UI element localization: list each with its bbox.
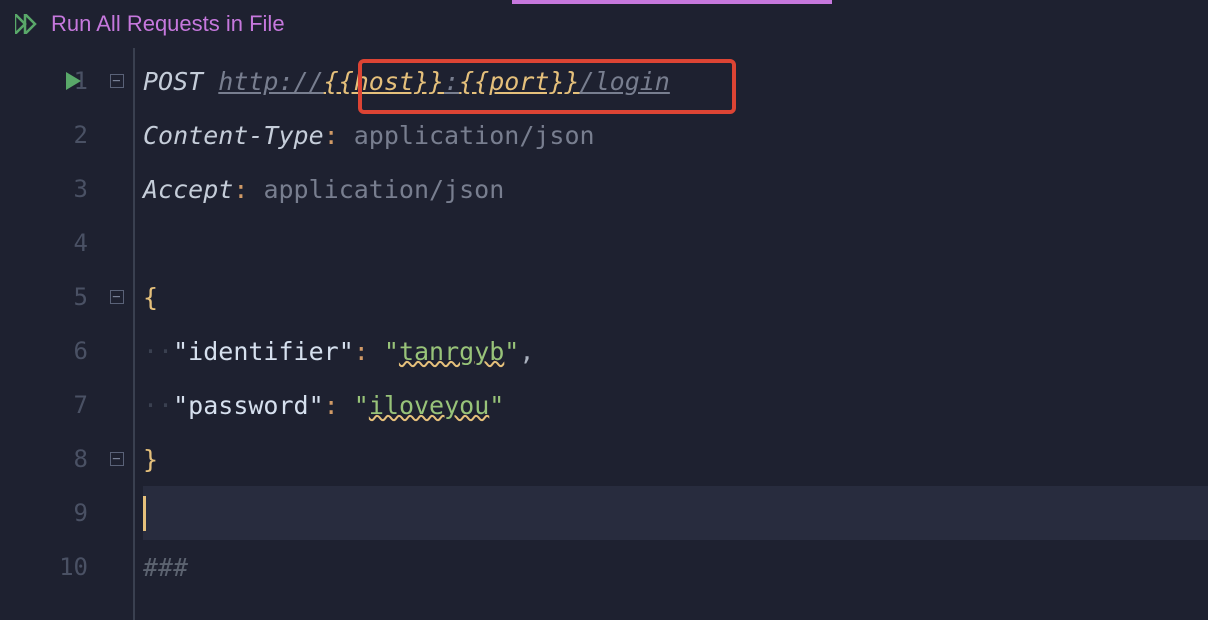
url-path: /login bbox=[580, 67, 670, 96]
code-line-separator: ### bbox=[143, 540, 1208, 594]
json-comma: , bbox=[519, 337, 534, 366]
url-variable-host: {{host}} bbox=[324, 67, 444, 96]
url-scheme: http:// bbox=[218, 67, 323, 96]
toolbar: Run All Requests in File bbox=[0, 0, 1208, 48]
editor: 1 2 3 4 5 6 7 8 9 10 − − − POST http://{… bbox=[0, 48, 1208, 620]
fold-gutter: − − − bbox=[100, 48, 135, 620]
code-line-brace: { bbox=[143, 270, 1208, 324]
tab-indicator bbox=[512, 0, 832, 4]
line-number: 2 bbox=[53, 121, 88, 149]
header-value: application/json bbox=[354, 121, 595, 150]
code-line-active bbox=[143, 486, 1208, 540]
header-name: Accept bbox=[143, 175, 233, 204]
line-number: 4 bbox=[53, 229, 88, 257]
line-gutter: 1 2 3 4 5 6 7 8 9 10 bbox=[0, 48, 100, 620]
line-number: 9 bbox=[53, 499, 88, 527]
code-line-request: POST http://{{host}}:{{port}}/login bbox=[143, 54, 1208, 108]
run-all-icon[interactable] bbox=[15, 14, 41, 34]
code-line-json: ··"password": "iloveyou" bbox=[143, 378, 1208, 432]
text-cursor bbox=[143, 496, 146, 531]
header-value: application/json bbox=[263, 175, 504, 204]
header-name: Content-Type bbox=[143, 121, 324, 150]
json-open-brace: { bbox=[143, 283, 158, 312]
code-line-blank bbox=[143, 216, 1208, 270]
line-number: 8 bbox=[53, 445, 88, 473]
json-key: password bbox=[188, 391, 308, 420]
code-area[interactable]: POST http://{{host}}:{{port}}/login Cont… bbox=[135, 48, 1208, 620]
code-line-json: ··"identifier": "tanrgyb", bbox=[143, 324, 1208, 378]
fold-toggle-icon[interactable]: − bbox=[110, 290, 124, 304]
run-request-icon[interactable] bbox=[66, 72, 82, 90]
http-method: POST bbox=[143, 67, 203, 96]
code-line-header: Content-Type: application/json bbox=[143, 108, 1208, 162]
line-number: 7 bbox=[53, 391, 88, 419]
json-value: tanrgyb bbox=[399, 337, 504, 366]
line-number: 6 bbox=[53, 337, 88, 365]
json-value: iloveyou bbox=[369, 391, 489, 420]
fold-toggle-icon[interactable]: − bbox=[110, 74, 124, 88]
url-sep: : bbox=[444, 67, 459, 96]
request-separator: ### bbox=[143, 553, 188, 582]
json-key: identifier bbox=[188, 337, 339, 366]
line-number: 5 bbox=[53, 283, 88, 311]
line-number: 10 bbox=[53, 553, 88, 581]
code-line-header: Accept: application/json bbox=[143, 162, 1208, 216]
code-line-brace: } bbox=[143, 432, 1208, 486]
json-close-brace: } bbox=[143, 445, 158, 474]
line-number: 3 bbox=[53, 175, 88, 203]
run-all-label[interactable]: Run All Requests in File bbox=[51, 11, 285, 37]
fold-end-icon[interactable]: − bbox=[110, 452, 124, 466]
url-variable-port: {{port}} bbox=[459, 67, 579, 96]
